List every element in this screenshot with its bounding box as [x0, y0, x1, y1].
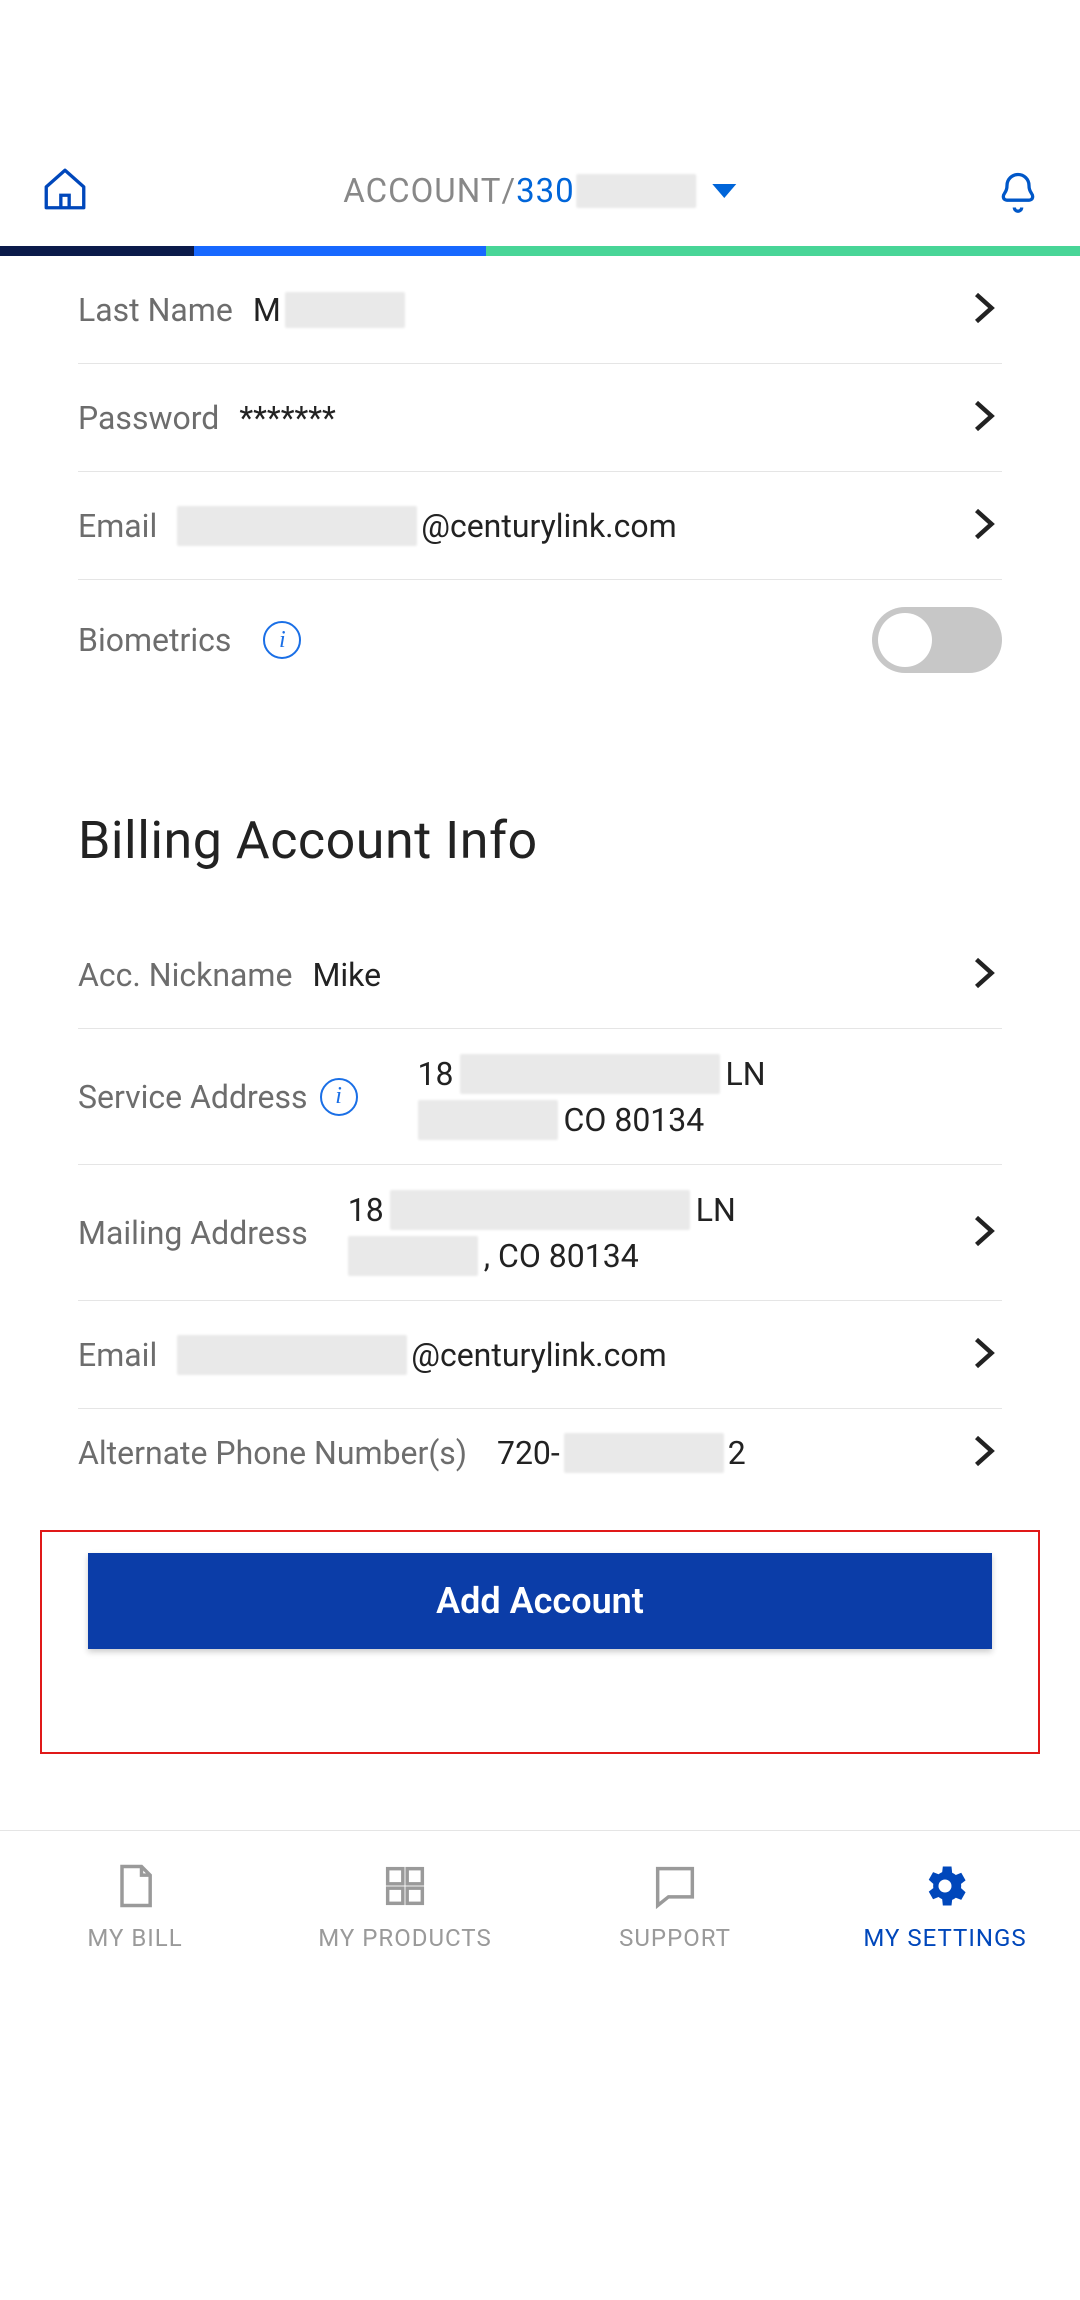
home-icon[interactable] — [40, 164, 90, 218]
chevron-right-icon — [966, 1213, 1002, 1253]
password-value: ******* — [239, 399, 335, 437]
chevron-right-icon — [966, 1433, 1002, 1473]
service-addr-redacted2 — [418, 1100, 558, 1140]
mailing-addr-line1-suffix: LN — [696, 1191, 736, 1229]
service-addr-line2-suffix: CO 80134 — [564, 1101, 705, 1139]
nav-my-settings[interactable]: MY SETTINGS — [810, 1831, 1080, 1980]
billing-email-suffix: @centurylink.com — [411, 1336, 666, 1374]
row-biometrics: Biometrics i — [78, 580, 1002, 700]
progress-bar — [0, 246, 1080, 256]
mailing-addr-line2-suffix: , CO 80134 — [484, 1237, 639, 1275]
app-header: ACCOUNT/ 330 — [0, 160, 1080, 246]
notifications-icon[interactable] — [996, 166, 1040, 220]
billing-section-title: Billing Account Info — [78, 810, 1002, 871]
nickname-value: Mike — [312, 956, 381, 994]
billing-email-redacted — [177, 1335, 407, 1375]
email-suffix: @centurylink.com — [421, 507, 676, 545]
last-name-redacted — [285, 292, 405, 328]
nav-my-products[interactable]: MY PRODUCTS — [270, 1831, 540, 1980]
alt-phone-redacted — [564, 1433, 724, 1473]
alt-phone-label: Alternate Phone Number(s) — [78, 1434, 467, 1472]
account-selector[interactable]: ACCOUNT/ 330 — [343, 172, 736, 211]
chevron-right-icon — [966, 398, 1002, 438]
account-number-prefix: 330 — [516, 172, 575, 211]
last-name-value-prefix: M — [253, 291, 281, 329]
email-label: Email — [78, 507, 157, 545]
alt-phone-prefix: 720- — [497, 1434, 560, 1472]
billing-email-label: Email — [78, 1336, 157, 1374]
nickname-label: Acc. Nickname — [78, 956, 292, 994]
mailing-address-label: Mailing Address — [78, 1214, 308, 1252]
chevron-right-icon — [966, 506, 1002, 546]
service-addr-redacted1 — [460, 1054, 720, 1094]
mailing-addr-line1-prefix: 18 — [348, 1191, 384, 1229]
info-icon[interactable]: i — [320, 1078, 358, 1116]
bottom-nav: MY BILL MY PRODUCTS SUPPORT MY SETTINGS — [0, 1830, 1080, 1980]
chevron-down-icon — [713, 184, 737, 198]
row-nickname[interactable]: Acc. Nickname Mike — [78, 921, 1002, 1029]
service-addr-line1-suffix: LN — [726, 1055, 766, 1093]
mailing-addr-redacted2 — [348, 1236, 478, 1276]
password-label: Password — [78, 399, 219, 437]
nav-my-bill[interactable]: MY BILL — [0, 1831, 270, 1980]
chevron-right-icon — [966, 1335, 1002, 1375]
email-redacted — [177, 506, 417, 546]
service-address-label: Service Address i — [78, 1078, 358, 1116]
info-icon[interactable]: i — [263, 621, 301, 659]
mailing-addr-redacted1 — [390, 1190, 690, 1230]
alt-phone-suffix: 2 — [728, 1434, 746, 1472]
row-mailing-address[interactable]: Mailing Address 18 LN , CO 80134 — [78, 1165, 1002, 1301]
account-prelabel: ACCOUNT/ — [343, 172, 516, 211]
row-alt-phone[interactable]: Alternate Phone Number(s) 720- 2 — [78, 1409, 1002, 1497]
row-billing-email[interactable]: Email @centurylink.com — [78, 1301, 1002, 1409]
row-last-name[interactable]: Last Name M — [78, 256, 1002, 364]
last-name-label: Last Name — [78, 291, 233, 329]
row-email[interactable]: Email @centurylink.com — [78, 472, 1002, 580]
nav-support[interactable]: SUPPORT — [540, 1831, 810, 1980]
chevron-right-icon — [966, 290, 1002, 330]
biometrics-toggle[interactable] — [872, 607, 1002, 673]
row-service-address: Service Address i 18 LN CO 80134 — [78, 1029, 1002, 1165]
biometrics-label: Biometrics — [78, 621, 231, 659]
chevron-right-icon — [966, 955, 1002, 995]
row-password[interactable]: Password ******* — [78, 364, 1002, 472]
service-addr-line1-prefix: 18 — [418, 1055, 454, 1093]
add-account-button[interactable]: Add Account — [88, 1553, 992, 1649]
account-number-redacted — [577, 174, 697, 208]
